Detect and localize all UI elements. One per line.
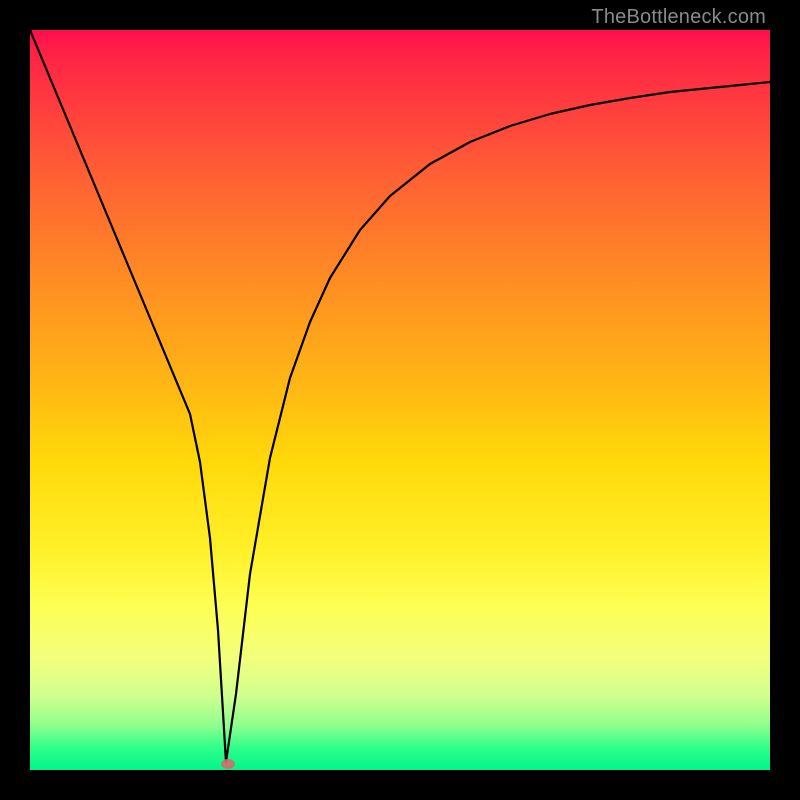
watermark-text: TheBottleneck.com [591, 6, 766, 29]
chart-minimum-marker [221, 759, 235, 769]
chart-curve [30, 30, 770, 770]
chart-plot-area [30, 30, 770, 770]
